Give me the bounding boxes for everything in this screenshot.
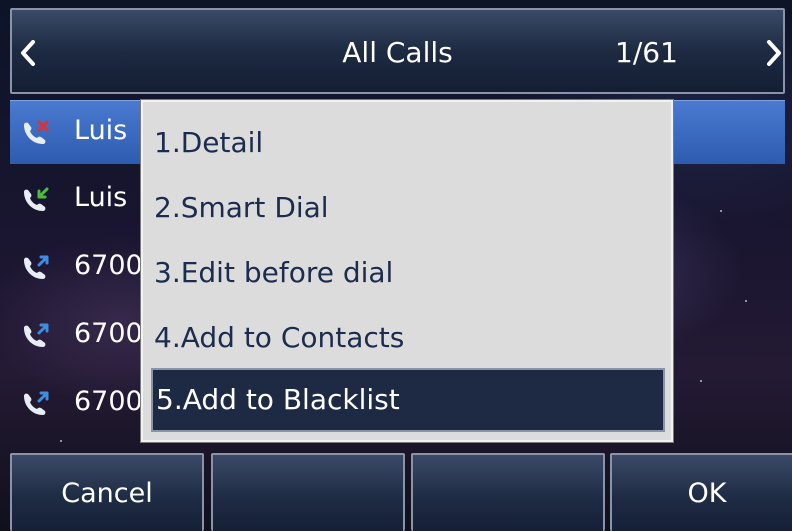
empty-softkey-3[interactable] <box>411 453 605 531</box>
missed-call-icon <box>20 119 50 147</box>
empty-softkey-2[interactable] <box>211 453 405 531</box>
caller-name: Luis <box>74 182 128 213</box>
dialed-call-icon <box>20 254 50 282</box>
menu-item-add-to-contacts[interactable]: 4.Add to Contacts <box>151 306 665 370</box>
caller-name: 6700 <box>74 318 143 349</box>
dialed-call-icon <box>20 390 50 418</box>
caller-name: 6700 <box>74 250 143 281</box>
menu-item-add-to-blacklist[interactable]: 5.Add to Blacklist <box>151 368 665 432</box>
caller-name: Luis <box>74 115 128 146</box>
background-star <box>60 440 62 442</box>
menu-item-detail[interactable]: 1.Detail <box>151 111 665 175</box>
page-counter: 1/61 <box>615 36 678 69</box>
title-bar: All Calls 1/61 <box>10 8 785 94</box>
received-call-icon <box>20 186 50 214</box>
background-star <box>745 300 747 302</box>
phone-screen: All Calls 1/61 Luis Luis 6700 6700 6700 … <box>0 0 792 531</box>
ok-softkey[interactable]: OK <box>610 453 792 531</box>
dialed-call-icon <box>20 322 50 350</box>
cancel-softkey[interactable]: Cancel <box>10 453 204 531</box>
chevron-right-icon[interactable] <box>764 38 784 68</box>
menu-item-edit-before-dial[interactable]: 3.Edit before dial <box>151 241 665 305</box>
menu-item-smart-dial[interactable]: 2.Smart Dial <box>151 176 665 240</box>
caller-name: 6700 <box>74 386 143 417</box>
options-menu: 1.Detail 2.Smart Dial 3.Edit before dial… <box>141 100 673 442</box>
